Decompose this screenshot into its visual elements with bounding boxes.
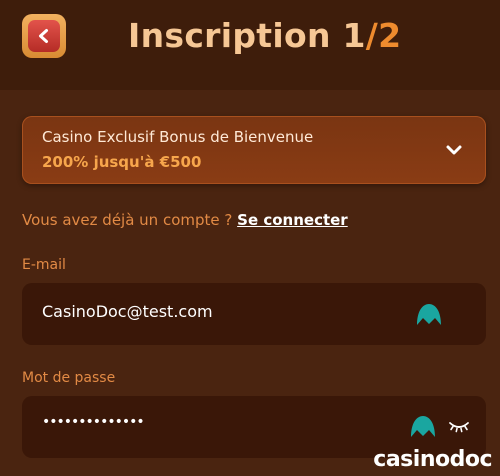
email-value: CasinoDoc@test.com [42,302,213,321]
eye-closed-icon[interactable] [448,420,470,434]
header-bar: Inscription 1/2 [0,0,500,90]
chevron-left-icon [39,29,48,43]
password-manager-icon[interactable] [410,413,436,439]
page-title-total: 2 [378,16,402,55]
email-label: E-mail [22,257,66,273]
login-prompt: Vous avez déjà un compte ? [22,211,233,229]
back-button[interactable] [22,14,66,58]
login-link[interactable]: Se connecter [237,211,348,229]
password-value: •••••••••••••• [42,414,145,430]
password-manager-icon[interactable] [416,301,442,327]
page-title-text: Inscription 1 [128,16,366,55]
bonus-title: Casino Exclusif Bonus de Bienvenue [42,128,314,146]
password-label: Mot de passe [22,370,116,386]
bonus-dropdown[interactable]: Casino Exclusif Bonus de Bienvenue 200% … [22,116,486,184]
bonus-offer: 200% jusqu'à €500 [42,153,202,171]
chevron-down-icon [446,145,462,155]
back-button-face [28,20,60,52]
page-title-separator: / [365,16,379,55]
email-field[interactable]: CasinoDoc@test.com [22,283,486,345]
page-title: Inscription 1/2 [128,16,401,55]
watermark-logo: casinodoc [373,447,492,472]
login-prompt-row: Vous avez déjà un compte ? Se connecter [22,211,348,229]
